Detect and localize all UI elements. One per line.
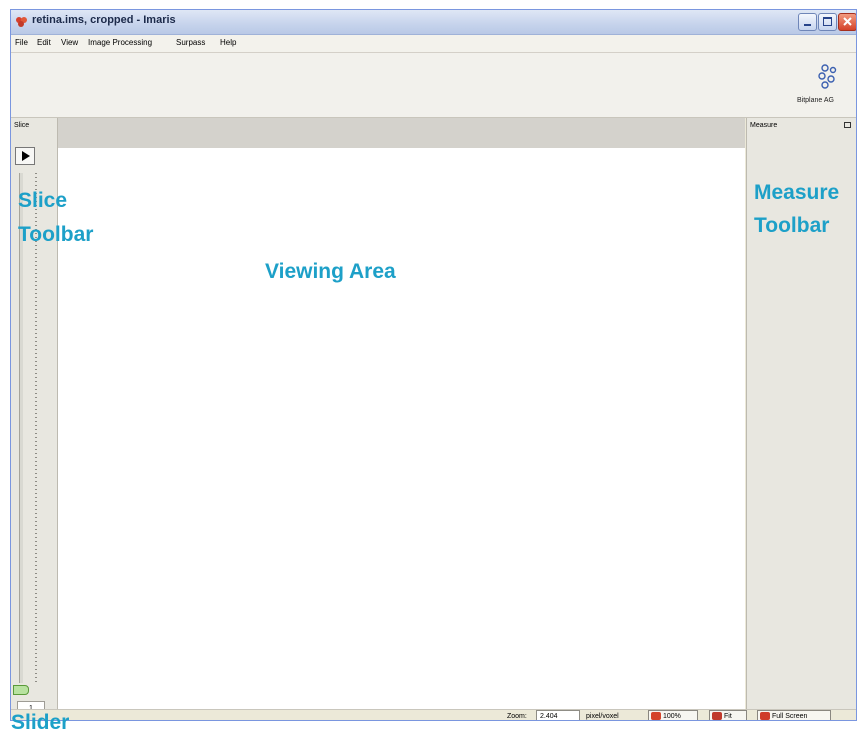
zoom-100-label: 100%: [663, 713, 681, 720]
menu-help[interactable]: Help: [220, 38, 236, 47]
bitplane-label: Bitplane AG: [797, 97, 834, 104]
annotation-measure-toolbar-line1: Measure: [754, 181, 840, 204]
maximize-button[interactable]: [818, 13, 837, 31]
imaris-window: retina.ims, cropped - Imaris File Edit V…: [10, 9, 857, 721]
menu-file[interactable]: File: [15, 38, 28, 47]
status-bar: Zoom: 2.404 pixel/voxel 100% Fit Full Sc…: [11, 709, 856, 720]
measure-panel: Measure: [746, 118, 856, 709]
maximize-icon: [823, 17, 832, 26]
play-button[interactable]: [15, 147, 35, 165]
menu-bar: File Edit View Image Processing Surpass …: [11, 35, 856, 53]
menu-image-processing[interactable]: Image Processing: [88, 38, 152, 47]
annotation-measure-toolbar-line2: Toolbar: [754, 214, 830, 237]
bitplane-logo-icon: [818, 64, 837, 89]
full-screen-button[interactable]: Full Screen: [757, 710, 831, 720]
zoom-unit-label: pixel/voxel: [586, 713, 619, 720]
annotation-slice-toolbar-line1: Slice: [18, 189, 68, 212]
measure-panel-header: Measure: [750, 122, 778, 129]
viewing-area[interactable]: [58, 148, 745, 709]
menu-surpass[interactable]: Surpass: [176, 38, 205, 47]
main-toolbar: Bitplane AG: [11, 53, 856, 118]
zoom-fit-button[interactable]: Fit: [709, 710, 747, 720]
full-screen-icon: [760, 712, 770, 720]
minimize-icon: [804, 24, 811, 26]
window-title: retina.ims, cropped - Imaris: [32, 14, 176, 26]
zoom-100-button[interactable]: 100%: [648, 710, 698, 720]
annotation-slice-toolbar-line2: Toolbar: [18, 223, 94, 246]
annotation-viewing-area: Viewing Area: [265, 260, 396, 283]
slice-slider-ticks: [35, 173, 37, 683]
slice-panel-header: Slice: [14, 122, 30, 129]
close-button[interactable]: [838, 13, 856, 31]
full-screen-label: Full Screen: [772, 713, 808, 720]
minimize-button[interactable]: [798, 13, 817, 31]
imaris-app-icon: [16, 17, 27, 27]
zoom-fit-icon: [712, 712, 722, 720]
annotation-slider: Slider: [11, 711, 70, 734]
menu-edit[interactable]: Edit: [37, 38, 51, 47]
slice-slider-track[interactable]: [19, 173, 23, 683]
close-icon: [843, 17, 852, 26]
menu-view[interactable]: View: [61, 38, 78, 47]
viewing-area-header: [58, 118, 745, 148]
zoom-label: Zoom:: [507, 713, 527, 720]
zoom-input[interactable]: 2.404: [536, 710, 580, 720]
title-bar[interactable]: retina.ims, cropped - Imaris: [11, 10, 856, 35]
float-panel-icon[interactable]: [844, 122, 851, 128]
zoom-fit-label: Fit: [724, 713, 732, 720]
zoom-100-icon: [651, 712, 661, 720]
slice-slider-thumb[interactable]: [13, 685, 29, 695]
